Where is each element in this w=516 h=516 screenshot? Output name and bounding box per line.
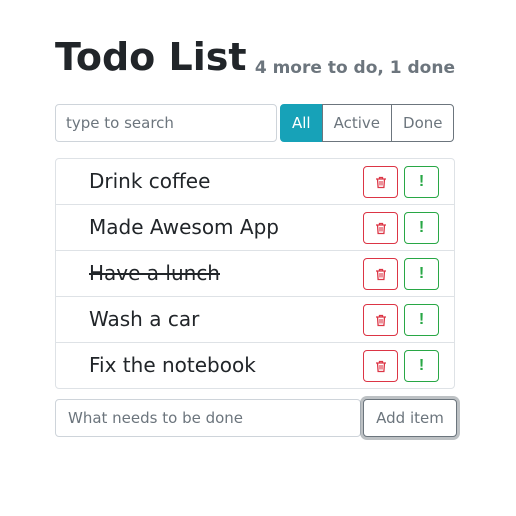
trash-icon	[375, 360, 386, 372]
exclamation-icon: !	[418, 265, 425, 282]
exclamation-icon: !	[418, 173, 425, 190]
todo-item-label[interactable]: Made Awesom App	[89, 215, 279, 239]
delete-item-button[interactable]	[363, 350, 398, 382]
search-input[interactable]	[55, 104, 277, 142]
exclamation-icon: !	[418, 311, 425, 328]
todo-list-item: Fix the notebook !	[56, 342, 454, 388]
page-title: Todo List	[55, 35, 247, 79]
todo-item-label[interactable]: Wash a car	[89, 307, 199, 331]
todo-app: Todo List 4 more to do, 1 done All Activ…	[55, 0, 457, 437]
todo-list-item: Have a lunch !	[56, 250, 454, 296]
filter-all-button[interactable]: All	[280, 104, 323, 142]
mark-important-button[interactable]: !	[404, 166, 439, 198]
delete-item-button[interactable]	[363, 258, 398, 290]
todo-list: Drink coffee ! Made Awesom App ! Have a …	[55, 158, 455, 389]
todo-item-label[interactable]: Have a lunch	[89, 261, 220, 285]
add-item-button[interactable]: Add item	[363, 399, 457, 437]
todo-status-text: 4 more to do, 1 done	[254, 58, 455, 78]
trash-icon	[375, 176, 386, 188]
trash-icon	[375, 314, 386, 326]
mark-important-button[interactable]: !	[404, 212, 439, 244]
trash-icon	[375, 268, 386, 280]
todo-list-item: Wash a car !	[56, 296, 454, 342]
exclamation-icon: !	[418, 219, 425, 236]
new-todo-input[interactable]	[55, 399, 361, 437]
delete-item-button[interactable]	[363, 212, 398, 244]
filter-done-button[interactable]: Done	[391, 104, 455, 142]
delete-item-button[interactable]	[363, 166, 398, 198]
todo-list-item: Drink coffee !	[56, 159, 454, 204]
search-panel: All Active Done	[55, 104, 455, 142]
filter-active-button[interactable]: Active	[321, 104, 393, 142]
app-header: Todo List 4 more to do, 1 done	[55, 0, 455, 100]
mark-important-button[interactable]: !	[404, 304, 439, 336]
delete-item-button[interactable]	[363, 304, 398, 336]
trash-icon	[375, 222, 386, 234]
status-filter: All Active Done	[280, 104, 455, 142]
todo-item-label[interactable]: Drink coffee	[89, 169, 210, 193]
mark-important-button[interactable]: !	[404, 350, 439, 382]
add-item-form: Add item	[55, 399, 457, 437]
mark-important-button[interactable]: !	[404, 258, 439, 290]
todo-list-item: Made Awesom App !	[56, 204, 454, 250]
exclamation-icon: !	[418, 357, 425, 374]
todo-item-label[interactable]: Fix the notebook	[89, 353, 256, 377]
